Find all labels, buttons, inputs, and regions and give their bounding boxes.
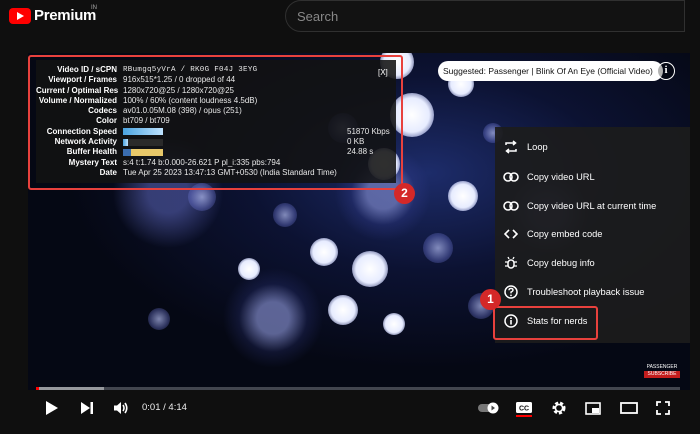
captions-icon: CC bbox=[516, 402, 532, 417]
play-icon bbox=[46, 401, 58, 415]
watermark-channel: PASSENGER bbox=[646, 364, 678, 370]
fullscreen-icon bbox=[656, 401, 670, 415]
bokeh-light bbox=[448, 181, 478, 211]
bokeh-light bbox=[423, 233, 453, 263]
link-icon bbox=[495, 172, 527, 182]
theater-icon bbox=[620, 402, 638, 414]
autoplay-toggle-icon bbox=[478, 402, 499, 414]
country-code: IN bbox=[91, 5, 97, 11]
annotation-box-stats bbox=[28, 55, 403, 190]
next-icon bbox=[81, 402, 93, 414]
bokeh-light bbox=[273, 203, 297, 227]
settings-button[interactable] bbox=[547, 396, 571, 420]
bokeh-light bbox=[310, 238, 338, 266]
volume-button[interactable] bbox=[109, 396, 133, 420]
suggested-video-pill[interactable]: Suggested: Passenger | Blink Of An Eye (… bbox=[438, 61, 663, 81]
gear-icon bbox=[552, 401, 566, 415]
youtube-logo-icon bbox=[9, 7, 31, 24]
bokeh-light bbox=[238, 258, 260, 280]
volume-icon bbox=[114, 402, 128, 414]
autoplay-toggle[interactable] bbox=[476, 396, 502, 420]
miniplayer-button[interactable] bbox=[581, 396, 605, 420]
play-button[interactable] bbox=[40, 396, 64, 420]
search-input[interactable]: Search bbox=[285, 0, 685, 32]
menu-item-label: Troubleshoot playback issue bbox=[527, 287, 645, 297]
next-button[interactable] bbox=[75, 396, 99, 420]
channel-watermark[interactable]: PASSENGER SUBSCRIBE bbox=[644, 364, 680, 378]
top-bar: Premium IN Search bbox=[0, 0, 700, 34]
code-icon bbox=[495, 228, 527, 240]
bokeh-light bbox=[383, 313, 405, 335]
menu-item-troubleshoot-playback-issue[interactable]: Troubleshoot playback issue bbox=[495, 279, 690, 305]
captions-button[interactable]: CC bbox=[512, 396, 536, 420]
menu-item-label: Loop bbox=[527, 142, 548, 152]
bug-icon bbox=[495, 256, 527, 270]
logo-text: Premium bbox=[34, 7, 97, 24]
menu-item-copy-debug-info[interactable]: Copy debug info bbox=[495, 250, 690, 276]
watermark-subscribe: SUBSCRIBE bbox=[644, 371, 680, 378]
menu-item-copy-video-url-at-current-time[interactable]: Copy video URL at current time bbox=[495, 193, 690, 219]
annotation-badge-2: 2 bbox=[394, 183, 415, 204]
svg-text:CC: CC bbox=[519, 406, 529, 413]
menu-item-loop[interactable]: Loop bbox=[495, 134, 690, 160]
menu-item-label: Copy debug info bbox=[527, 258, 595, 268]
loop-icon bbox=[495, 140, 527, 154]
bokeh-light bbox=[352, 251, 388, 287]
fullscreen-button[interactable] bbox=[651, 396, 675, 420]
suggested-label: Suggested: Passenger | Blink Of An Eye (… bbox=[443, 66, 653, 76]
annotation-box-stats-for-nerds bbox=[493, 306, 598, 340]
annotation-badge-1: 1 bbox=[480, 289, 501, 310]
youtube-premium-logo[interactable]: Premium IN bbox=[9, 5, 97, 24]
bokeh-light bbox=[148, 308, 170, 330]
menu-item-label: Copy video URL at current time bbox=[527, 201, 657, 211]
menu-item-copy-video-url[interactable]: Copy video URL bbox=[495, 164, 690, 190]
miniplayer-icon bbox=[585, 401, 601, 415]
time-display: 0:01 / 4:14 bbox=[142, 402, 187, 413]
menu-item-copy-embed-code[interactable]: Copy embed code bbox=[495, 221, 690, 247]
menu-item-label: Copy embed code bbox=[527, 229, 603, 239]
search-placeholder: Search bbox=[297, 9, 339, 24]
bokeh-light bbox=[328, 295, 358, 325]
player-controls: 0:01 / 4:14 CC bbox=[28, 390, 690, 426]
link-icon bbox=[495, 201, 527, 211]
theater-mode-button[interactable] bbox=[617, 396, 641, 420]
info-icon[interactable]: i bbox=[657, 62, 675, 80]
menu-item-label: Copy video URL bbox=[527, 172, 595, 182]
